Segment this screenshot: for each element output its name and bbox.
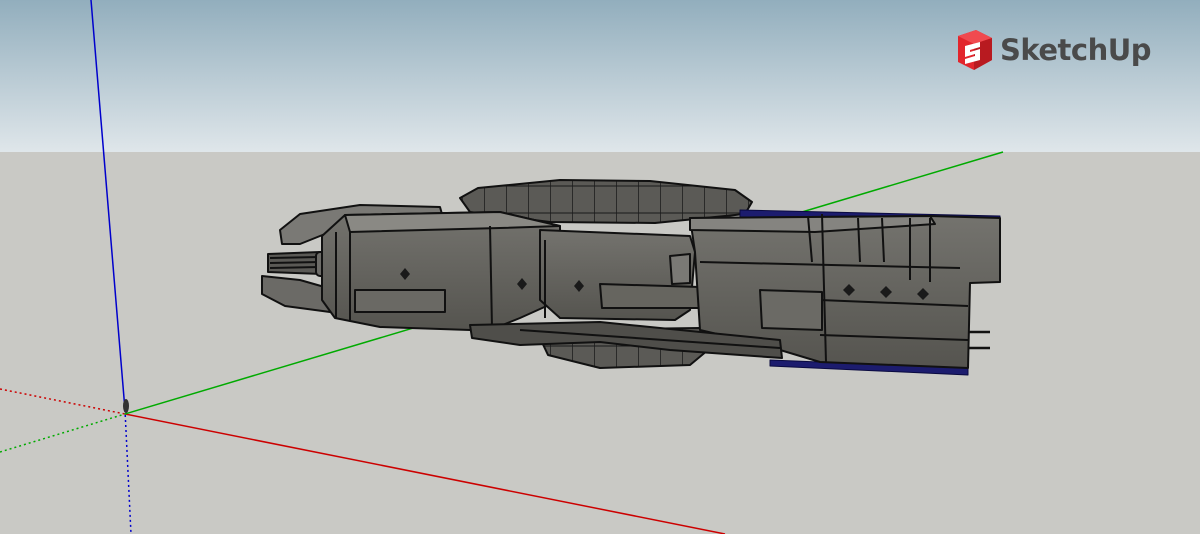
brand-name: SketchUp <box>1000 33 1152 67</box>
3d-viewport[interactable]: SketchUp <box>0 0 1200 534</box>
sketchup-logo-icon <box>958 30 992 70</box>
sky <box>0 0 1200 152</box>
brand-watermark: SketchUp <box>954 28 1152 72</box>
viewport-canvas[interactable] <box>0 0 1200 534</box>
origin-marker <box>123 399 129 413</box>
